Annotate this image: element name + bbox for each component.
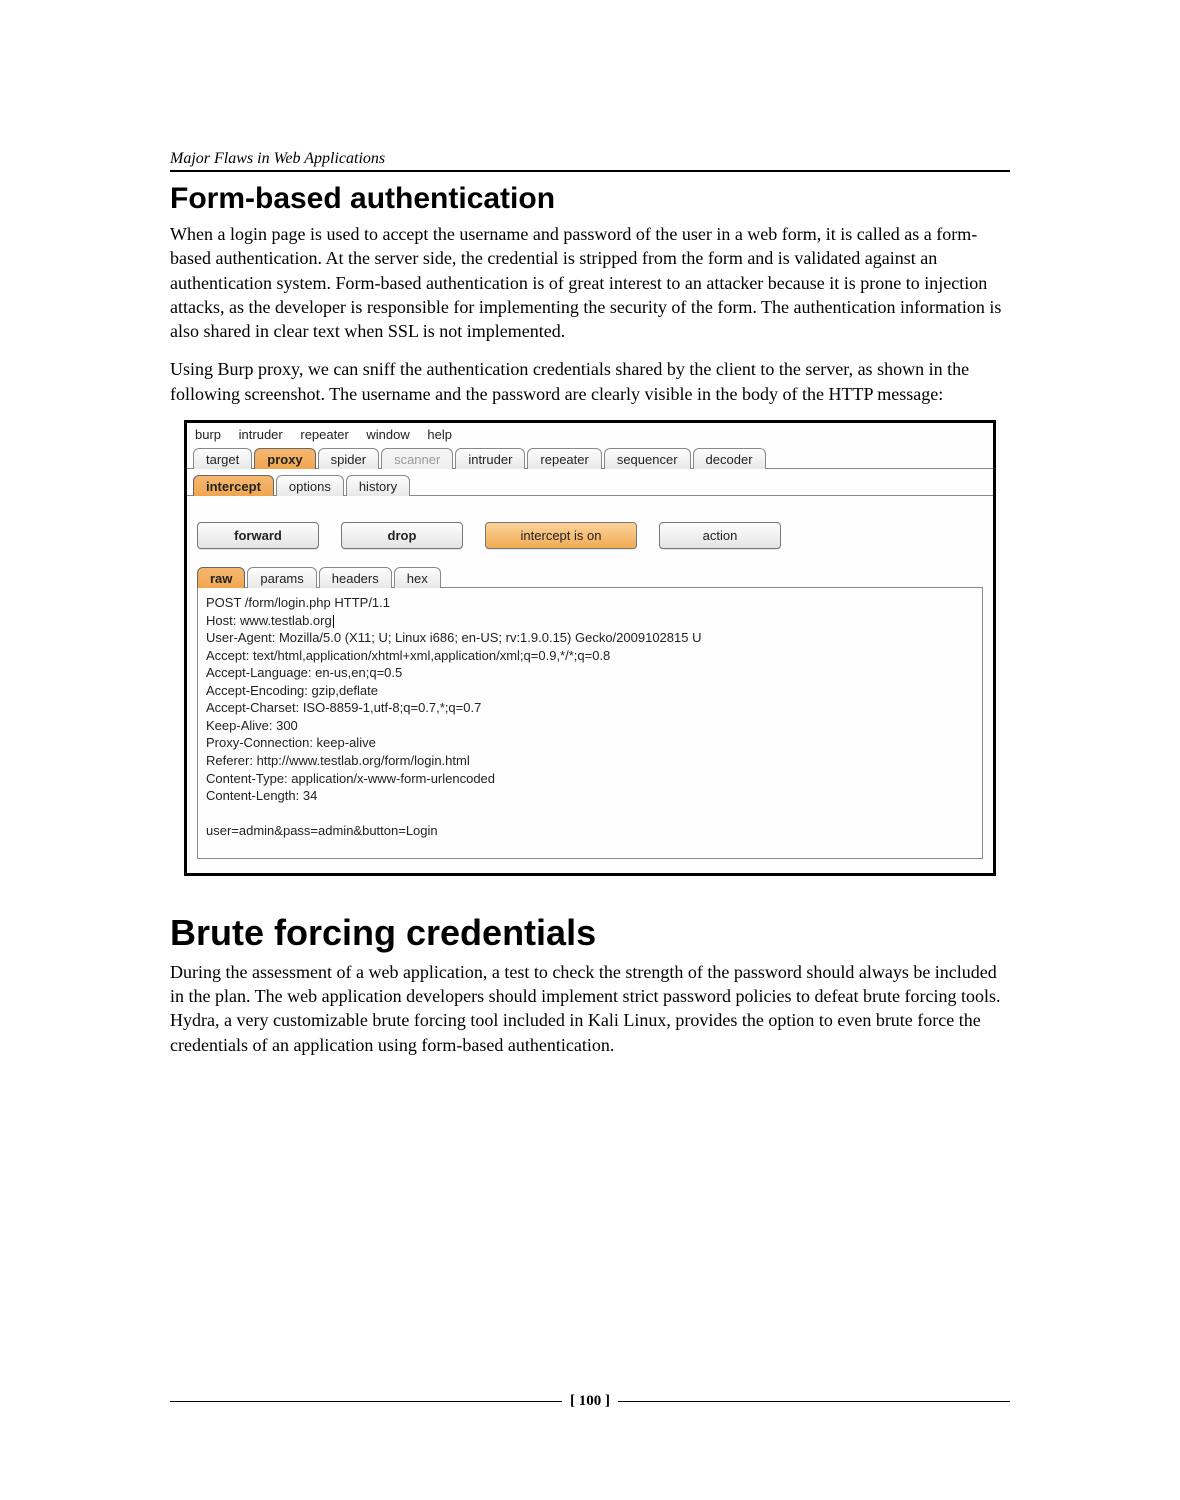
tab-repeater[interactable]: repeater (527, 448, 601, 469)
tab-intruder[interactable]: intruder (455, 448, 525, 469)
viewtab-params[interactable]: params (247, 567, 316, 588)
footer-rule (618, 1401, 1010, 1402)
viewtab-hex[interactable]: hex (394, 567, 441, 588)
tab-proxy[interactable]: proxy (254, 448, 315, 469)
text-cursor-icon (333, 615, 334, 628)
subtab-intercept[interactable]: intercept (193, 475, 274, 496)
toolbar-area: forward drop intercept is on action raw … (187, 496, 993, 873)
raw-line: Accept-Encoding: gzip,deflate (206, 683, 378, 698)
sub-tab-row: intercept options history (187, 468, 993, 496)
raw-line: Accept-Charset: ISO-8859-1,utf-8;q=0.7,*… (206, 700, 481, 715)
drop-button[interactable]: drop (341, 522, 463, 549)
tab-target[interactable]: target (193, 448, 252, 469)
raw-line: Referer: http://www.testlab.org/form/log… (206, 753, 470, 768)
main-tab-row: target proxy spider scanner intruder rep… (187, 444, 993, 469)
page-footer: [ 100 ] (170, 1393, 1010, 1410)
raw-line: Keep-Alive: 300 (206, 718, 298, 733)
running-head: Major Flaws in Web Applications (170, 150, 1010, 172)
raw-line: user=admin&pass=admin&button=Login (206, 823, 438, 838)
raw-line: Content-Length: 34 (206, 788, 317, 803)
view-tab-row: raw params headers hex (197, 565, 983, 588)
tab-scanner[interactable]: scanner (381, 448, 453, 469)
subtab-history[interactable]: history (346, 475, 410, 496)
viewtab-headers[interactable]: headers (319, 567, 392, 588)
body-paragraph: Using Burp proxy, we can sniff the authe… (170, 357, 1010, 406)
footer-rule (170, 1401, 562, 1402)
body-paragraph: When a login page is used to accept the … (170, 222, 1010, 343)
forward-button[interactable]: forward (197, 522, 319, 549)
menu-bar: burp intruder repeater window help (187, 423, 993, 444)
menu-intruder[interactable]: intruder (239, 427, 283, 442)
burp-screenshot: burp intruder repeater window help targe… (184, 420, 996, 876)
menu-burp[interactable]: burp (195, 427, 221, 442)
menu-help[interactable]: help (427, 427, 452, 442)
viewtab-raw[interactable]: raw (197, 567, 245, 588)
tab-decoder[interactable]: decoder (693, 448, 766, 469)
raw-line: User-Agent: Mozilla/5.0 (X11; U; Linux i… (206, 630, 701, 645)
page-number: [ 100 ] (562, 1393, 618, 1410)
raw-line: Host: www.testlab.org (206, 613, 332, 628)
raw-line: Accept: text/html,application/xhtml+xml,… (206, 648, 610, 663)
raw-line: Proxy-Connection: keep-alive (206, 735, 376, 750)
section-heading-form-auth: Form-based authentication (170, 182, 1010, 216)
intercept-toggle-button[interactable]: intercept is on (485, 522, 637, 549)
tab-spider[interactable]: spider (318, 448, 379, 469)
tab-sequencer[interactable]: sequencer (604, 448, 691, 469)
menu-repeater[interactable]: repeater (300, 427, 348, 442)
raw-request-view[interactable]: POST /form/login.php HTTP/1.1 Host: www.… (197, 588, 983, 859)
raw-line: Accept-Language: en-us,en;q=0.5 (206, 665, 402, 680)
body-paragraph: During the assessment of a web applicati… (170, 960, 1010, 1057)
menu-window[interactable]: window (366, 427, 409, 442)
raw-line: POST /form/login.php HTTP/1.1 (206, 595, 390, 610)
raw-line: Content-Type: application/x-www-form-url… (206, 771, 495, 786)
section-heading-brute-force: Brute forcing credentials (170, 912, 1010, 954)
button-row: forward drop intercept is on action (197, 522, 983, 549)
subtab-options[interactable]: options (276, 475, 344, 496)
action-button[interactable]: action (659, 522, 781, 549)
